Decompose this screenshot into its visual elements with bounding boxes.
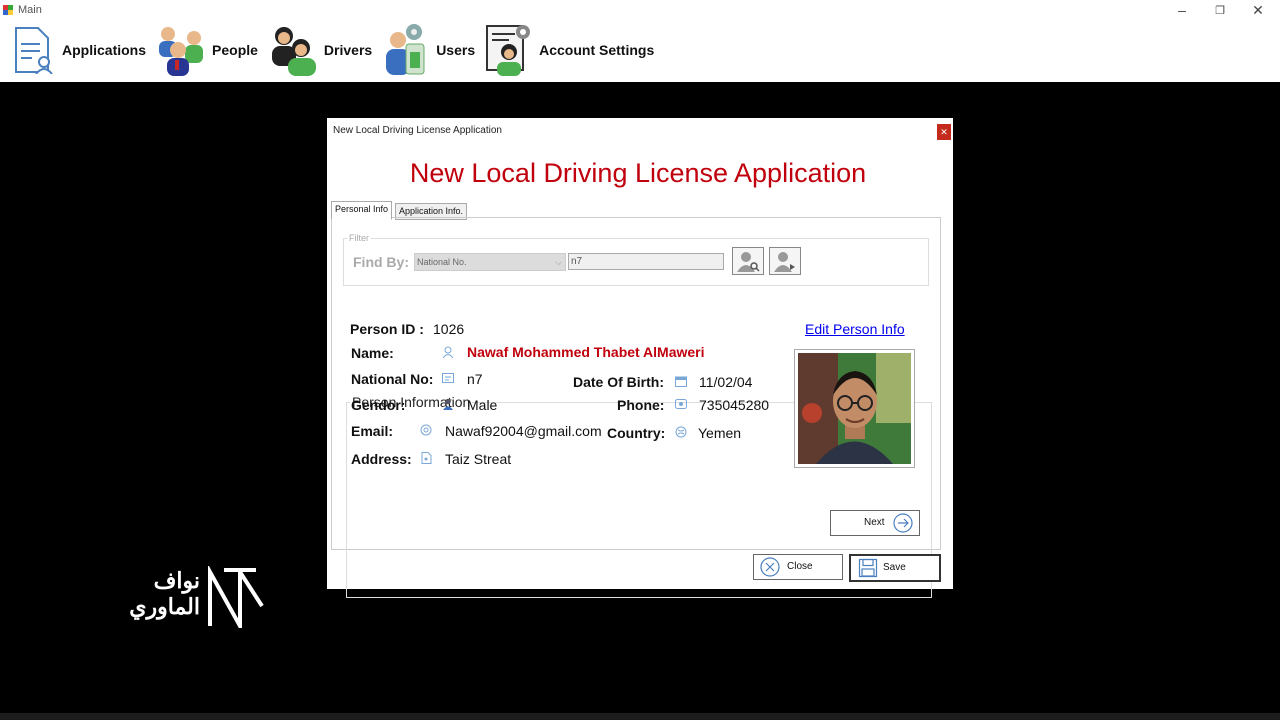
country-value: Yemen [698,425,742,441]
globe-icon [675,426,687,438]
gender-label: Gendor: [351,397,406,413]
email-value: Nawaf92004@gmail.com [445,423,602,439]
edit-person-info-link[interactable]: Edit Person Info [805,321,905,337]
new-application-dialog: New Local Driving License Application ✕ … [327,118,953,598]
menu-drivers[interactable]: Drivers [268,24,372,76]
dob-label: Date Of Birth: [573,374,664,390]
add-person-button[interactable] [769,247,801,275]
name-value: Nawaf Mohammed Thabet AlMaweri [467,344,705,360]
menu-applications[interactable]: Applications [12,26,146,74]
menu-users[interactable]: Users [382,22,475,78]
search-input[interactable]: n7 [568,253,724,270]
gender-value: Male [467,397,498,413]
save-button[interactable]: Save [849,554,941,582]
taskbar [0,713,1280,720]
chevron-down-icon: ⌵ [555,257,562,267]
main-window-header: Main – ❐ ✕ Applications People Drivers U… [0,0,1280,82]
account-settings-icon [486,25,531,76]
menu-label: People [212,42,258,58]
minimize-button[interactable]: – [1172,2,1192,18]
dob-value: 11/02/04 [699,374,753,390]
person-id-label: Person ID : [350,321,424,337]
people-icon [159,27,204,76]
email-icon [420,424,432,436]
applications-icon [15,27,53,74]
national-no-label: National No: [351,371,434,387]
dialog-title: New Local Driving License Application [333,125,502,136]
address-icon [421,452,432,464]
users-icon [386,24,425,75]
calendar-icon [675,376,687,387]
person-id-value: 1026 [433,321,465,337]
save-icon [858,558,878,578]
arrow-right-icon [893,513,913,533]
menu-people[interactable]: People [156,24,258,76]
nm-monogram-icon [208,566,264,628]
restore-button[interactable]: ❐ [1210,4,1230,17]
add-person-icon [774,252,795,272]
search-person-button[interactable] [732,247,764,275]
address-label: Address: [351,451,412,467]
close-circle-icon [760,557,780,577]
national-no-value: n7 [467,371,483,387]
menu-bar: Applications People Drivers Users Accoun… [12,22,664,78]
country-label: Country: [607,425,666,441]
person-icon [442,346,454,358]
menu-account-settings[interactable]: Account Settings [485,22,654,78]
drivers-icon [271,27,316,76]
app-icon [3,5,13,15]
id-card-icon [442,373,454,383]
male-icon [443,398,453,410]
menu-label: Drivers [323,42,373,58]
watermark-text-line1: نواف [153,568,200,593]
close-window-button[interactable]: ✕ [1248,2,1268,19]
close-button-label: Close [787,561,813,572]
address-value: Taiz Streat [445,451,512,467]
watermark-text-line2: الماوري [129,594,200,619]
dialog-heading: New Local Driving License Application [409,158,867,188]
person-photo [794,349,915,468]
menu-label: Account Settings [539,42,655,58]
filter-legend: Filter [347,233,371,243]
next-button-label: Next [864,517,885,528]
name-label: Name: [351,345,394,361]
watermark-logo: نواف الماوري [120,560,270,630]
phone-value: 735045280 [699,397,770,413]
find-by-label: Find By: [353,254,409,270]
menu-label: Applications [62,42,147,58]
find-by-select[interactable]: National No. ⌵ [414,253,566,271]
close-button[interactable]: Close [753,554,843,580]
find-person-icon [737,252,760,272]
window-title: Main [18,4,42,16]
next-button[interactable]: Next [830,510,920,536]
menu-label: Users [436,42,476,58]
person-photo-image [798,353,911,464]
find-by-value: National No. [417,257,467,267]
phone-label: Phone: [617,397,665,413]
email-label: Email: [351,423,394,439]
dialog-close-icon[interactable]: ✕ [937,124,951,140]
tab-personal-info[interactable]: Personal Info [331,201,393,220]
save-button-label: Save [883,562,906,573]
phone-icon [675,399,687,409]
